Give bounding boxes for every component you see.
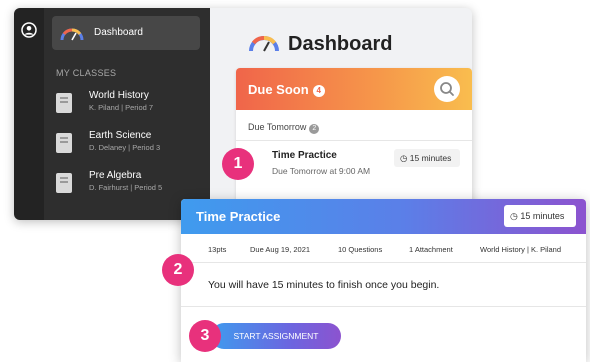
due-soon-title: Due Soon 4: [248, 82, 325, 97]
due-soon-label: Due Soon: [248, 82, 309, 97]
due-tomorrow-count-badge: 2: [309, 124, 320, 134]
step-badge-2: 2: [162, 254, 194, 286]
class-name: World History: [89, 90, 149, 101]
due-soon-count-badge: 4: [312, 85, 325, 97]
tutorial-stage: Dashboard MY CLASSES World History K. Pi…: [0, 0, 590, 362]
assignment-meta-row: 13pts Due Aug 19, 2021 10 Questions 1 At…: [181, 234, 586, 263]
task-name[interactable]: Time Practice: [272, 150, 337, 161]
page-title: Dashboard: [288, 33, 393, 55]
class-teacher-period: D. Delaney | Period 3: [89, 143, 161, 152]
due-soon-header: Due Soon 4: [236, 68, 472, 110]
step-badge-3: 3: [189, 320, 221, 352]
task-due-date: Due Tomorrow at 9:00 AM: [272, 166, 371, 176]
nav-rail: [14, 8, 44, 220]
book-icon: [56, 173, 72, 193]
class-name: Earth Science: [89, 130, 152, 141]
assignment-time-pill: ◷ 15 minutes: [504, 205, 576, 227]
assignment-attachment-count[interactable]: 1 Attachment: [409, 245, 453, 254]
assignment-class: World History | K. Piland: [480, 245, 562, 254]
sidebar: Dashboard MY CLASSES World History K. Pi…: [44, 8, 210, 220]
assignment-instructions: You will have 15 minutes to finish once …: [208, 279, 440, 291]
assignment-question-count: 10 Questions: [338, 245, 383, 254]
sidebar-item-world-history[interactable]: World History K. Piland | Period 7: [56, 90, 206, 120]
book-icon: [56, 93, 72, 113]
assignment-due-date: Due Aug 19, 2021: [250, 245, 311, 254]
sidebar-item-dashboard[interactable]: Dashboard: [52, 16, 200, 50]
sidebar-item-label: Dashboard: [94, 27, 143, 38]
search-icon[interactable]: [434, 76, 460, 102]
task-time-pill: ◷ 15 minutes: [394, 149, 460, 167]
divider: [236, 140, 472, 141]
dashboard-gauge-icon: [248, 30, 280, 54]
assignment-card: Time Practice ◷ 15 minutes 13pts Due Aug…: [181, 199, 586, 362]
assignment-points: 13pts: [208, 245, 227, 254]
due-soon-card: Due Soon 4 Due Tomorrow 2 Time Practice Du…: [236, 68, 472, 220]
my-classes-heading: MY CLASSES: [56, 68, 117, 78]
due-tomorrow-label: Due Tomorrow: [248, 122, 307, 132]
task-time: 15 minutes: [409, 153, 452, 163]
sidebar-item-earth-science[interactable]: Earth Science D. Delaney | Period 3: [56, 130, 206, 160]
book-icon: [56, 133, 72, 153]
dashboard-gauge-icon: [59, 24, 85, 42]
assignment-header: Time Practice ◷ 15 minutes: [181, 199, 586, 234]
sidebar-item-pre-algebra[interactable]: Pre Algebra D. Fairhurst | Period 5: [56, 170, 206, 200]
due-tomorrow-heading: Due Tomorrow 2: [248, 122, 320, 134]
main-content: Dashboard Due Soon 4 Due Tomorrow 2 Time P…: [210, 8, 472, 220]
class-name: Pre Algebra: [89, 170, 142, 181]
app-window: Dashboard MY CLASSES World History K. Pi…: [14, 8, 472, 220]
class-teacher-period: K. Piland | Period 7: [89, 103, 154, 112]
class-teacher-period: D. Fairhurst | Period 5: [89, 183, 163, 192]
step-badge-1: 1: [222, 148, 254, 180]
start-assignment-button[interactable]: START ASSIGNMENT: [211, 323, 341, 349]
assignment-time: 15 minutes: [520, 211, 565, 221]
user-avatar-icon[interactable]: [21, 22, 37, 38]
assignment-title: Time Practice: [196, 209, 281, 224]
divider: [181, 306, 586, 307]
